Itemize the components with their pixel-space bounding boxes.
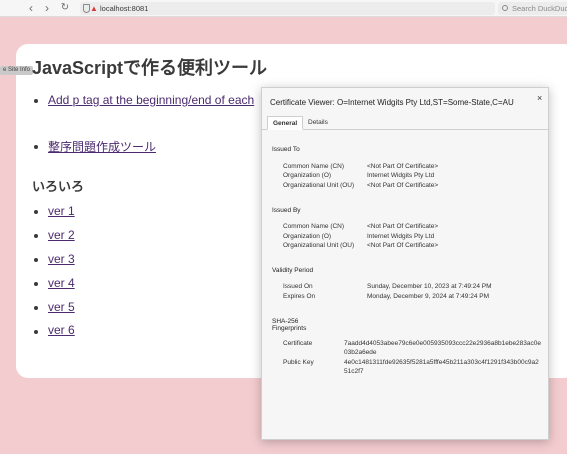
issued-to-heading: Issued To — [272, 146, 300, 153]
link-ver-5[interactable]: ver 5 — [48, 300, 75, 314]
back-icon[interactable]: ‹ — [24, 1, 38, 15]
issued-by-heading: Issued By — [272, 207, 301, 214]
field-label: Organizational Unit (OU) — [283, 242, 355, 249]
public-key-fingerprint: 4e0c1481311fde92635f5281a5fffe45b211a303… — [344, 359, 539, 375]
field-value: <Not Part Of Certificate> — [367, 242, 439, 249]
warning-icon[interactable]: ▲ — [90, 4, 98, 13]
shield-icon[interactable] — [83, 4, 90, 13]
link-ver-1[interactable]: ver 1 — [48, 204, 75, 218]
link-ver-6[interactable]: ver 6 — [48, 323, 75, 337]
list-bullet — [34, 306, 38, 310]
field-value: <Not Part Of Certificate> — [367, 182, 439, 189]
field-value: Sunday, December 10, 2023 at 7:49:24 PM — [367, 283, 492, 290]
field-label: Expires On — [283, 293, 316, 300]
section-heading: いろいろ — [32, 179, 85, 194]
field-label: Organization (O) — [283, 172, 332, 179]
fingerprints-heading-line2: Fingerprints — [272, 325, 307, 332]
page-title: JavaScriptで作る便利ツール — [32, 58, 268, 78]
forward-icon[interactable]: › — [40, 1, 54, 15]
url-text[interactable]: localhost:8081 — [100, 2, 148, 15]
tab-details[interactable]: Details — [303, 116, 333, 130]
field-label: Common Name (CN) — [283, 163, 345, 170]
validity-heading: Validity Period — [272, 267, 314, 274]
list-bullet — [34, 258, 38, 262]
field-value: Internet Widgits Pty Ltd — [367, 233, 435, 240]
tab-general[interactable]: General — [267, 116, 304, 130]
field-value: Monday, December 9, 2024 at 7:49:24 PM — [367, 293, 490, 300]
certificate-fingerprint: 7aadd4d4053abee79c6e0e005935093ccc22e293… — [344, 340, 541, 356]
close-icon[interactable]: × — [537, 93, 542, 103]
tab-bar: General Details — [262, 115, 548, 130]
site-info-tooltip: e Site Info — [0, 66, 34, 75]
field-label: Issued On — [283, 283, 313, 290]
address-bar[interactable]: ▲ localhost:8081 ▯ ▼ — [80, 2, 560, 15]
list-bullet — [34, 145, 38, 149]
search-icon — [502, 5, 508, 11]
link-add-p-tag[interactable]: Add p tag at the beginning/end of each — [48, 93, 254, 107]
list-bullet — [34, 234, 38, 238]
field-label: Organization (O) — [283, 233, 332, 240]
field-value: <Not Part Of Certificate> — [367, 223, 439, 230]
field-label: Certificate — [283, 340, 313, 347]
field-value: <Not Part Of Certificate> — [367, 163, 439, 170]
reload-icon[interactable]: ↻ — [58, 1, 72, 15]
list-bullet — [34, 282, 38, 286]
field-label: Public Key — [283, 359, 314, 366]
link-ver-2[interactable]: ver 2 — [48, 228, 75, 242]
list-bullet — [34, 210, 38, 214]
link-ver-4[interactable]: ver 4 — [48, 276, 75, 290]
link-seijo-tool[interactable]: 整序問題作成ツール — [48, 138, 156, 155]
field-value: Internet Widgits Pty Ltd — [367, 172, 435, 179]
search-placeholder: Search DuckDuckGo — [512, 4, 567, 13]
browser-toolbar: ‹ › ↻ ▲ localhost:8081 ▯ ▼ Search DuckDu… — [0, 0, 567, 17]
certificate-viewer-dialog: Certificate Viewer: O=Internet Widgits P… — [261, 87, 549, 440]
list-bullet — [34, 99, 38, 103]
link-ver-3[interactable]: ver 3 — [48, 252, 75, 266]
field-label: Common Name (CN) — [283, 223, 345, 230]
dialog-title: Certificate Viewer: O=Internet Widgits P… — [270, 98, 514, 107]
field-label: Organizational Unit (OU) — [283, 182, 355, 189]
list-bullet — [34, 330, 38, 334]
search-input[interactable]: Search DuckDuckGo — [498, 2, 567, 15]
